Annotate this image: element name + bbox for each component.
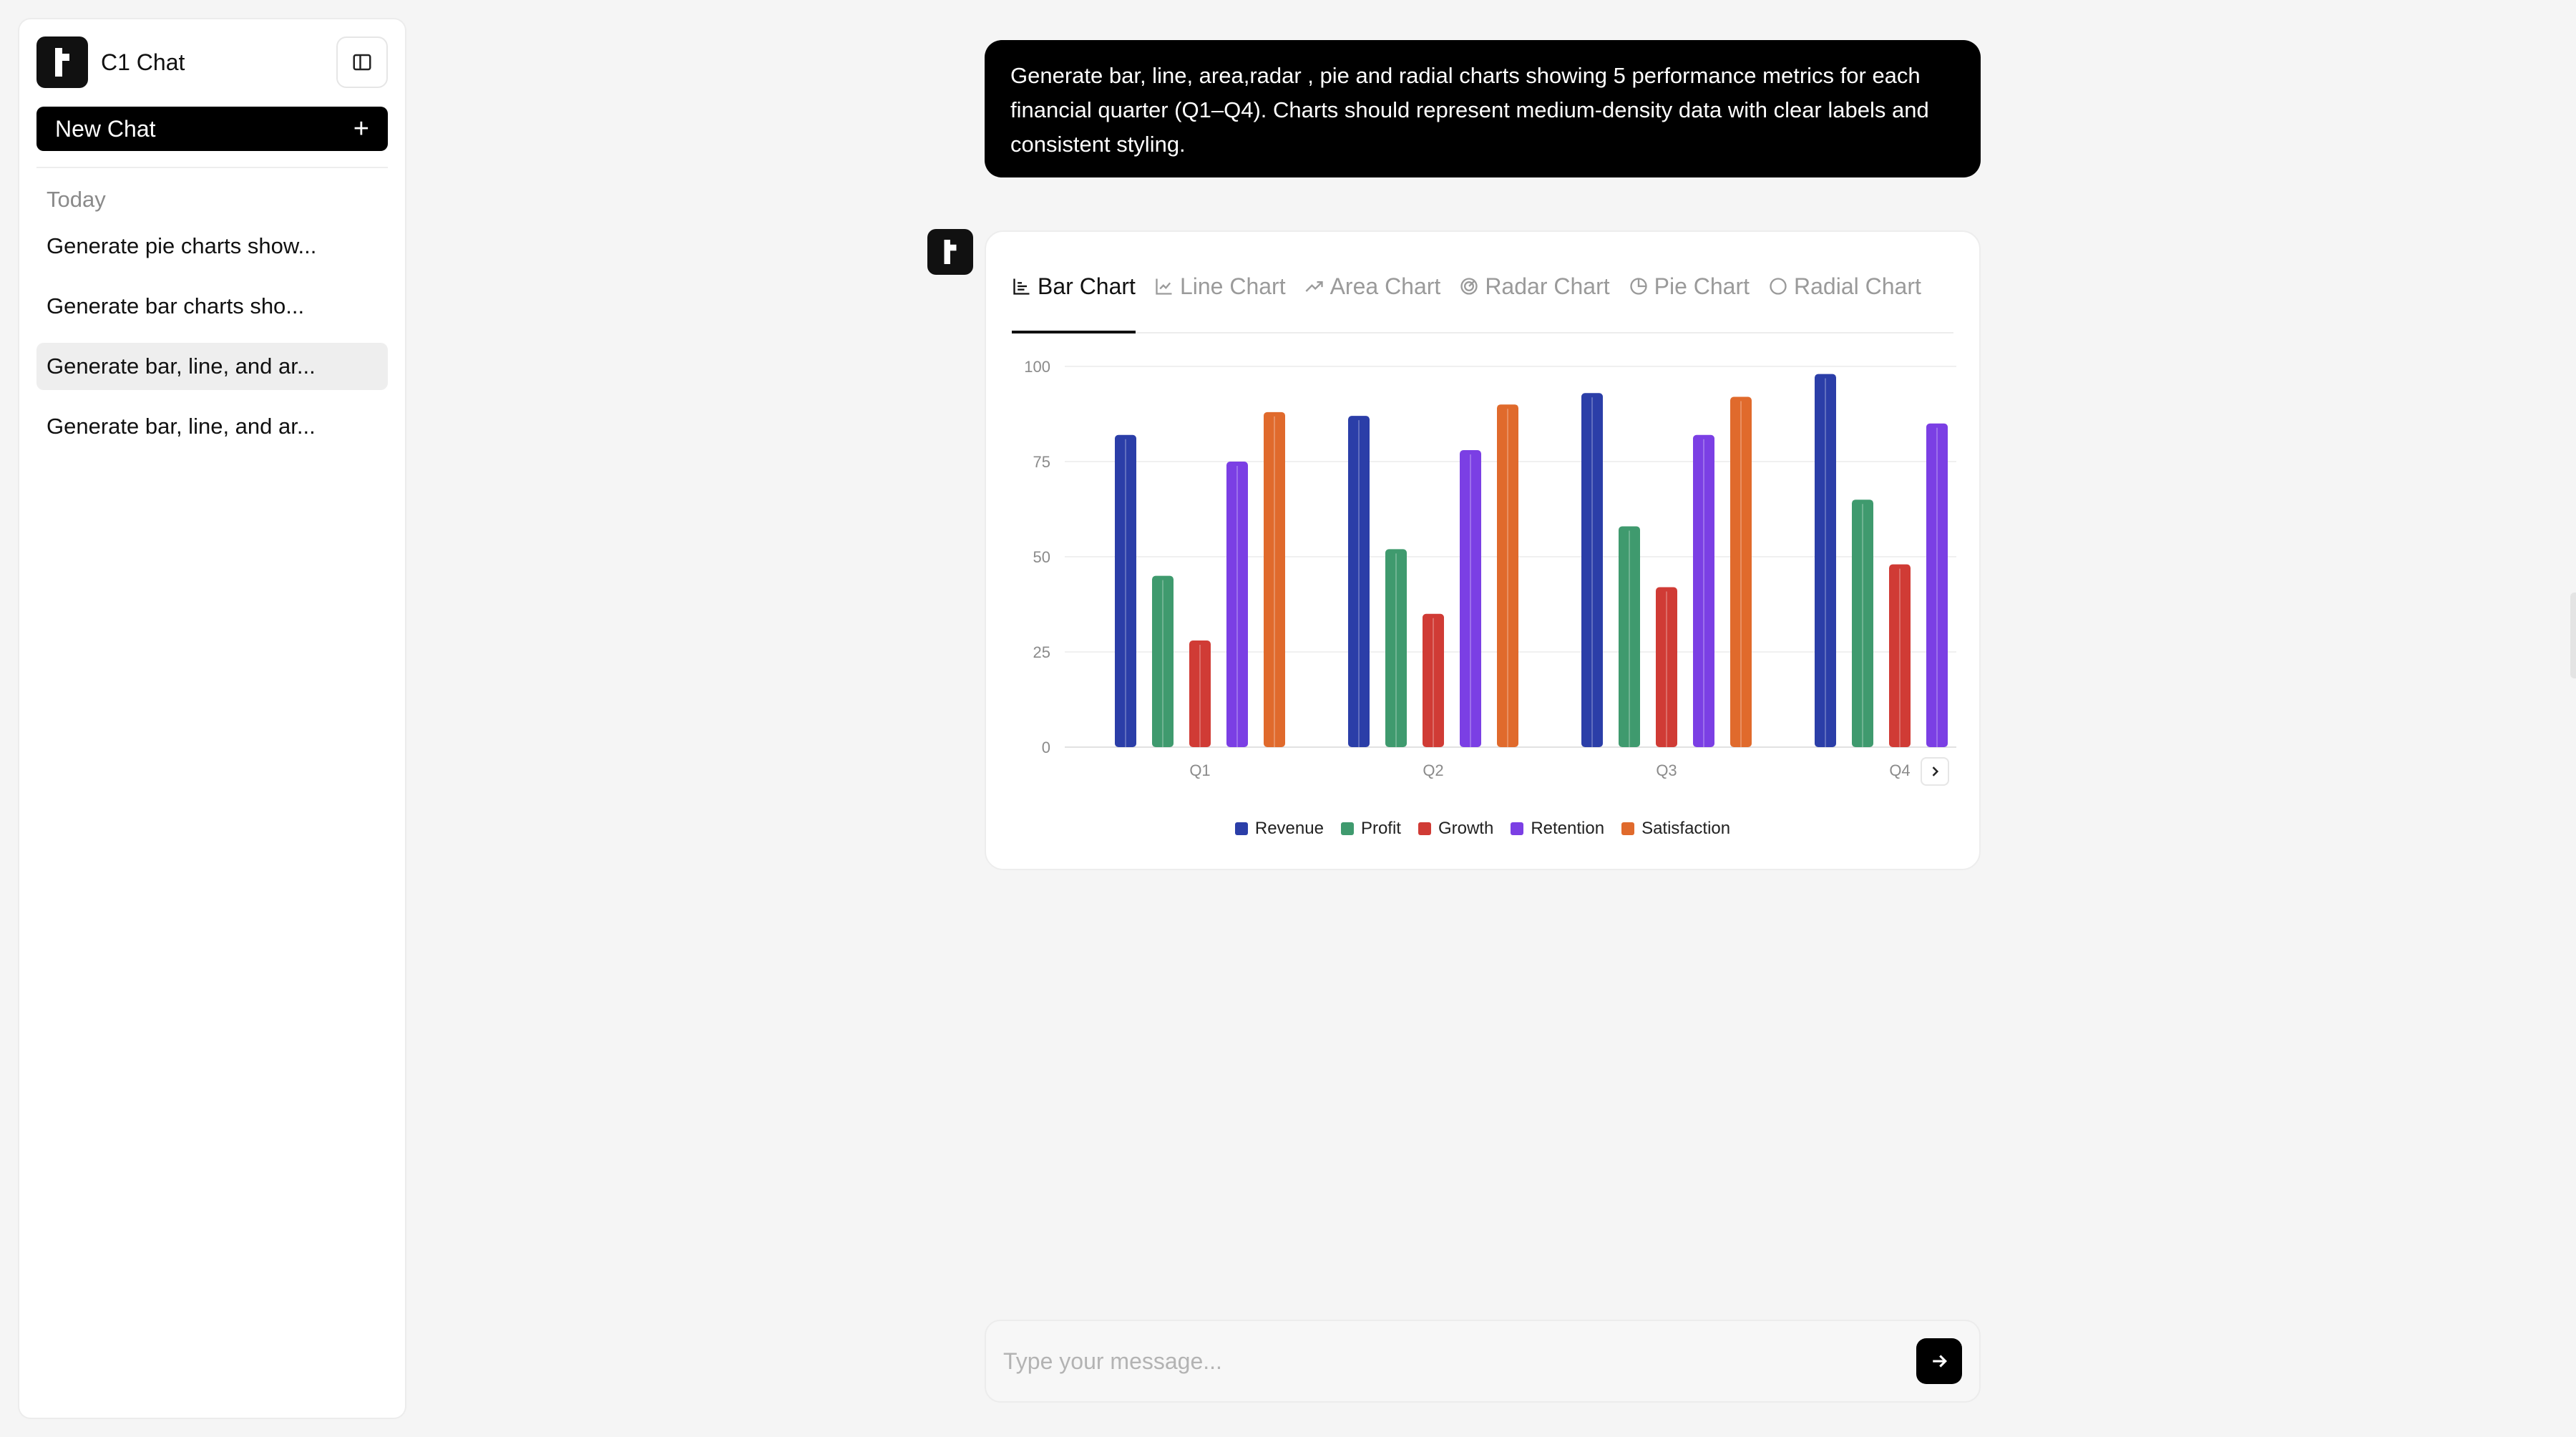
legend-item[interactable]: Retention <box>1511 819 1604 839</box>
chat-history-item-active[interactable]: Generate bar, line, and ar... <box>36 343 388 390</box>
legend-label: Growth <box>1438 819 1494 838</box>
legend-label: Revenue <box>1254 819 1324 838</box>
y-tick-label: 75 <box>1033 453 1050 471</box>
user-message-bubble: Generate bar, line, area,radar , pie and… <box>985 40 1981 177</box>
legend-label: Satisfaction <box>1641 819 1731 838</box>
legend-item[interactable]: Growth <box>1418 819 1493 839</box>
x-tick-label: Q4 <box>1889 761 1910 779</box>
logo-icon <box>55 48 69 77</box>
sidebar-divider <box>36 167 388 168</box>
right-edge-handle[interactable] <box>2570 593 2576 678</box>
x-tick-label: Q2 <box>1423 761 1443 779</box>
legend-swatch <box>1418 822 1431 835</box>
legend-swatch <box>1234 822 1248 835</box>
new-chat-label: New Chat <box>55 115 156 142</box>
x-tick-label: Q1 <box>1189 761 1210 779</box>
plus-icon: + <box>353 114 369 144</box>
assistant-avatar <box>927 229 973 275</box>
sidebar-header: C1 Chat <box>36 35 388 89</box>
chart-legend: Revenue Profit Growth Retention Satisfaction <box>986 819 1979 839</box>
x-tick-label: Q3 <box>1656 761 1677 779</box>
chat-history-list: Generate pie charts show... Generate bar… <box>36 223 388 450</box>
y-tick-label: 50 <box>1033 548 1050 566</box>
chart-scroll-right-button[interactable] <box>1921 757 1949 786</box>
bar-chart: 0 25 50 75 100 Q1 Q2 Q3 Q4 <box>1024 358 1956 779</box>
assistant-logo-icon <box>944 240 957 264</box>
legend-item[interactable]: Satisfaction <box>1621 819 1730 839</box>
chat-history-item[interactable]: Generate bar charts sho... <box>36 283 388 330</box>
chart-card: Bar Chart Line Chart Area Chart Radar Ch… <box>985 230 1981 870</box>
app-title: C1 Chat <box>101 49 185 75</box>
app-logo <box>36 36 88 88</box>
chat-history-item[interactable]: Generate bar, line, and ar... <box>36 403 388 450</box>
send-button[interactable] <box>1916 1338 1962 1384</box>
y-tick-label: 25 <box>1033 643 1050 661</box>
new-chat-button[interactable]: New Chat + <box>36 107 388 151</box>
sidebar-toggle-icon <box>353 54 371 71</box>
message-input[interactable] <box>1003 1348 1916 1375</box>
message-composer <box>985 1320 1981 1403</box>
y-tick-label: 0 <box>1042 739 1050 756</box>
chat-history-item[interactable]: Generate pie charts show... <box>36 223 388 270</box>
legend-swatch <box>1340 822 1354 835</box>
sidebar: C1 Chat New Chat + Today Generate pie ch… <box>18 18 406 1419</box>
legend-label: Retention <box>1531 819 1605 838</box>
legend-swatch <box>1621 822 1635 835</box>
legend-item[interactable]: Profit <box>1340 819 1401 839</box>
y-tick-label: 100 <box>1024 358 1050 376</box>
history-section-label: Today <box>47 187 106 212</box>
arrow-right-icon <box>1933 1355 1947 1368</box>
chevron-right-icon <box>1932 766 1939 776</box>
legend-swatch <box>1511 822 1524 835</box>
legend-item[interactable]: Revenue <box>1234 819 1324 839</box>
toggle-sidebar-button[interactable] <box>336 36 388 88</box>
legend-label: Profit <box>1360 819 1401 838</box>
